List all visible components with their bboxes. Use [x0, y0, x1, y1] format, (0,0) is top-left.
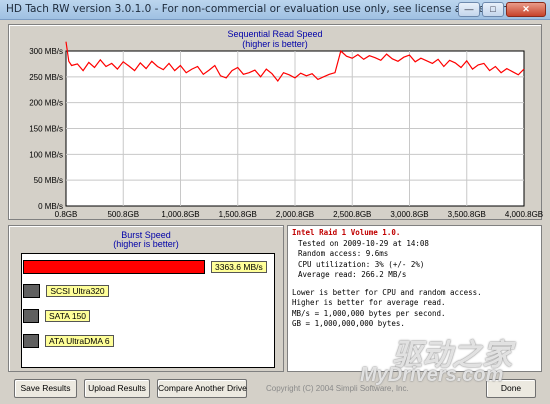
y-tick-label: 100 MB/s [29, 150, 63, 159]
close-button[interactable]: ✕ [506, 2, 546, 17]
burst-bar-label: SCSI Ultra320 [46, 285, 109, 297]
burst-bar [23, 334, 39, 348]
watermark-site: MyDrivers.com [360, 364, 504, 386]
burst-speed-panel: Burst Speed (higher is better) 3363.6 MB… [8, 225, 284, 372]
note-line: GB = 1,000,000,000 bytes. [292, 319, 405, 328]
burst-bar-label: 3363.6 MB/s [211, 261, 267, 273]
test-date: Tested on 2009-10-29 at 14:08 [298, 238, 429, 248]
burst-bar [23, 309, 39, 323]
average-read: Average read: 266.2 MB/s [298, 270, 407, 279]
burst-bar-label: ATA UltraDMA 6 [45, 335, 114, 347]
y-tick-label: 150 MB/s [29, 125, 63, 134]
x-tick-label: 500.8GB [107, 210, 139, 219]
sequential-read-chart: 0 MB/s50 MB/s100 MB/s150 MB/s200 MB/s250… [29, 41, 543, 219]
y-tick-label: 50 MB/s [34, 176, 63, 185]
x-tick-label: 3,500.8GB [448, 210, 486, 219]
title-bar: HD Tach RW version 3.0.1.0 - For non-com… [0, 0, 550, 20]
upload-results-button[interactable]: Upload Results [84, 379, 150, 398]
window-title: HD Tach RW version 3.0.1.0 - For non-com… [6, 3, 516, 15]
burst-subtitle: (higher is better) [113, 239, 179, 249]
save-results-button[interactable]: Save Results [14, 379, 77, 398]
x-tick-label: 2,500.8GB [333, 210, 371, 219]
note-line: Lower is better for CPU and random acces… [292, 287, 482, 297]
burst-bar [23, 260, 205, 274]
x-tick-label: 3,000.8GB [390, 210, 428, 219]
y-tick-label: 300 MB/s [29, 47, 63, 56]
y-tick-label: 200 MB/s [29, 99, 63, 108]
note-line: Higher is better for average read. [292, 298, 446, 307]
x-tick-label: 1,000.8GB [161, 210, 199, 219]
x-tick-label: 0.8GB [55, 210, 78, 219]
sequential-read-panel: Sequential Read Speed (higher is better)… [8, 24, 543, 220]
compare-drive-button[interactable]: Compare Another Drive [157, 379, 247, 398]
cpu-utilization: CPU utilization: 3% (+/- 2%) [298, 259, 425, 269]
minimize-button[interactable]: — [458, 2, 480, 17]
window-controls: — □ ✕ [458, 2, 546, 17]
random-access: Random access: 9.6ms [298, 249, 389, 258]
x-tick-label: 2,000.8GB [276, 210, 314, 219]
maximize-button[interactable]: □ [482, 2, 504, 17]
x-tick-label: 1,500.8GB [219, 210, 257, 219]
drive-name: Intel Raid 1 Volume 1.0. [292, 228, 401, 237]
burst-bar [23, 284, 41, 298]
burst-bar-label: SATA 150 [45, 310, 91, 322]
note-line: MB/s = 1,000,000 bytes per second. [292, 308, 446, 318]
burst-chart: 3363.6 MB/s SCSI Ultra320 SATA 150 ATA Ultr… [21, 253, 275, 368]
y-tick-label: 250 MB/s [29, 73, 63, 82]
x-tick-label: 4,000.8GB [505, 210, 543, 219]
